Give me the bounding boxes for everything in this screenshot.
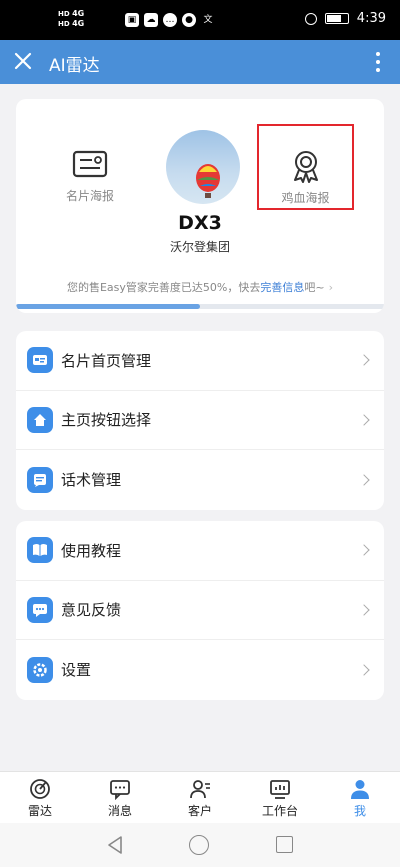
- menu-item-label: 主页按钮选择: [61, 411, 152, 430]
- nav-label: 工作台: [261, 804, 298, 818]
- chevron-right-icon: [358, 474, 370, 486]
- bottom-navigation: 雷达 消息 客户 工作台 我: [0, 771, 400, 823]
- chevron-right-icon: [358, 414, 370, 426]
- progress-text-before: 您的售Easy管家完善度已达50%，快去: [66, 281, 261, 294]
- nav-item-me[interactable]: 我: [320, 772, 400, 823]
- gear-icon: [27, 656, 53, 683]
- menu-item-label: 设置: [61, 661, 92, 680]
- menu-item-home-buttons[interactable]: 主页按钮选择: [16, 391, 384, 450]
- app-bar: AI雷达: [0, 40, 400, 84]
- chat-notification-icon: …: [163, 13, 177, 27]
- close-button[interactable]: [10, 48, 38, 76]
- system-navigation-bar: [0, 823, 400, 867]
- nav-item-customers[interactable]: 客户: [160, 772, 240, 823]
- battery-icon: [324, 13, 349, 24]
- menu-item-scripts[interactable]: 话术管理: [16, 450, 384, 510]
- nav-label: 我: [353, 804, 366, 818]
- menu-item-card-home[interactable]: 名片首页管理: [16, 331, 384, 391]
- menu-item-tutorial[interactable]: 使用教程: [16, 521, 384, 581]
- chevron-right-icon: ›: [328, 281, 333, 294]
- more-icon-dot: [376, 60, 380, 64]
- app-notification-icon: ▣: [125, 13, 139, 27]
- page-title: AI雷达: [49, 56, 100, 76]
- home-circle-icon[interactable]: [189, 835, 209, 855]
- progress-text-after: 吧~: [304, 281, 325, 294]
- business-card-poster-label: 名片海报: [65, 189, 114, 203]
- motivation-poster-label: 鸡血海报: [281, 191, 330, 205]
- notification-icons: ▣ ☁ … ● 文: [125, 13, 215, 27]
- menu-item-feedback[interactable]: 意见反馈: [16, 581, 384, 640]
- network-indicators: HD 4G HD 4G: [58, 9, 84, 29]
- radar-icon: [30, 779, 50, 799]
- status-time: 4:39: [356, 11, 386, 26]
- back-icon[interactable]: [106, 835, 124, 855]
- home-icon: [27, 406, 53, 433]
- motivation-poster-button[interactable]: 鸡血海报: [257, 124, 354, 210]
- nav-label: 消息: [107, 804, 132, 818]
- complete-info-link[interactable]: 完善信息: [260, 281, 304, 294]
- book-icon: [27, 537, 53, 564]
- user-name: DX3: [178, 212, 222, 234]
- alarm-icon: [304, 12, 317, 25]
- message-notification-icon: ●: [182, 13, 196, 27]
- award-icon: [293, 151, 318, 183]
- menu-item-label: 名片首页管理: [61, 351, 152, 370]
- script-icon: [27, 466, 53, 493]
- menu-item-settings[interactable]: 设置: [16, 640, 384, 700]
- nav-item-radar[interactable]: 雷达: [0, 772, 80, 823]
- feedback-icon: [27, 596, 53, 623]
- avatar[interactable]: [166, 130, 240, 204]
- close-icon: [14, 52, 32, 70]
- me-icon: [351, 780, 369, 799]
- menu-item-label: 意见反馈: [61, 601, 122, 620]
- nav-label: 雷达: [27, 804, 52, 818]
- workbench-icon: [270, 780, 290, 799]
- chevron-right-icon: [358, 604, 370, 616]
- hot-air-balloon-image: [196, 164, 220, 198]
- message-icon: [110, 780, 130, 800]
- menu-group-management: 名片首页管理 主页按钮选择 话术管理: [16, 331, 384, 510]
- profile-progress-bar: [16, 304, 384, 309]
- network-label-2: HD: [58, 20, 70, 28]
- customer-icon: [190, 780, 210, 799]
- profile-card: 名片海报 DX3 沃尔登集团 鸡血海报 您的售Easy管家完善度已达50%，快去…: [16, 99, 384, 313]
- chevron-right-icon: [358, 354, 370, 366]
- weather-notification-icon: ☁: [144, 13, 158, 27]
- nav-item-workbench[interactable]: 工作台: [240, 772, 320, 823]
- nav-label: 客户: [187, 804, 212, 818]
- signal-label-2: 4G: [72, 19, 85, 28]
- menu-item-label: 使用教程: [61, 541, 122, 560]
- profile-completion-text[interactable]: 您的售Easy管家完善度已达50%，快去完善信息吧~ ›: [16, 279, 384, 295]
- chevron-right-icon: [358, 544, 370, 556]
- card-icon: [27, 347, 53, 374]
- company-name: 沃尔登集团: [169, 240, 230, 254]
- status-bar: HD 4G HD 4G ▣ ☁ … ● 文 4:39: [0, 0, 400, 40]
- menu-item-label: 话术管理: [61, 471, 122, 490]
- nav-item-messages[interactable]: 消息: [80, 772, 160, 823]
- more-icon-dot: [376, 68, 380, 72]
- recent-apps-icon[interactable]: [276, 836, 293, 853]
- translate-notification-icon: 文: [203, 15, 213, 25]
- business-card-icon: [72, 150, 108, 178]
- chevron-right-icon: [358, 664, 370, 676]
- more-icon-dot: [376, 52, 380, 56]
- signal-label-1: 4G: [72, 9, 85, 18]
- menu-group-help: 使用教程 意见反馈 设置: [16, 521, 384, 700]
- profile-progress-fill: [16, 304, 200, 309]
- business-card-poster-button[interactable]: 名片海报: [50, 149, 130, 204]
- network-label-1: HD: [58, 10, 70, 18]
- more-options-button[interactable]: [368, 48, 388, 76]
